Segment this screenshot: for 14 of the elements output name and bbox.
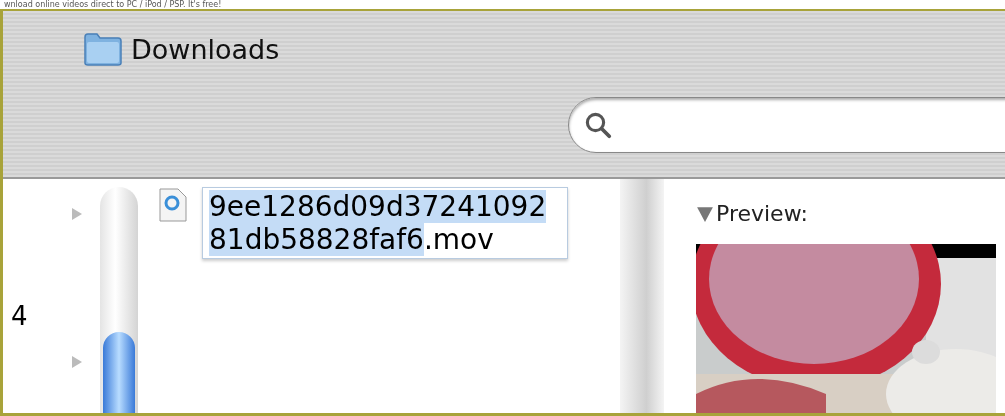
location-title: Downloads [131, 33, 280, 65]
scroll-thumb[interactable] [103, 332, 135, 413]
preview-title: Preview: [716, 201, 808, 226]
rename-field[interactable]: 9ee1286d09d3724109281db58828faf6.mov [202, 187, 568, 259]
disclosure-triangle-icon[interactable] [71, 355, 83, 369]
disclosure-triangle-icon[interactable] [71, 207, 83, 221]
scrollbar[interactable] [100, 187, 138, 413]
search-icon [583, 110, 613, 140]
row-label: 4 [11, 301, 28, 331]
banner-text: wnload online videos direct to PC / iPod / PSP. It's free! [4, 0, 222, 9]
search-field[interactable] [568, 97, 1005, 153]
disclosure-triangle-icon[interactable] [696, 204, 714, 223]
folder-icon [83, 31, 123, 67]
movie-file-icon[interactable] [158, 187, 188, 223]
